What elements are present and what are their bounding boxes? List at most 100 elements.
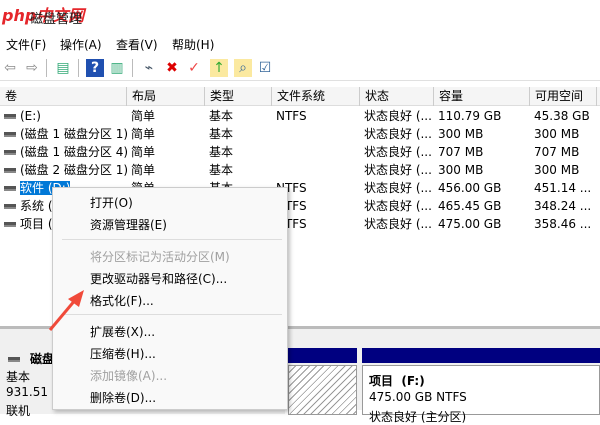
cell-layout: 简单 — [131, 163, 156, 177]
disk-type: 基本 — [6, 370, 31, 384]
menu-help[interactable]: 帮助(H) — [172, 36, 214, 53]
volume-name: (E:) — [20, 109, 41, 123]
menu-separator — [62, 314, 282, 315]
cell-type: 基本 — [209, 127, 234, 141]
cell-status: 状态良好 (... — [364, 127, 432, 141]
action-pane-icon[interactable]: ▥ — [108, 59, 126, 77]
folder-search-icon[interactable]: ⌕ — [234, 59, 252, 77]
cell-free-space: 707 MB — [534, 145, 580, 159]
menu-view[interactable]: 查看(V) — [116, 36, 158, 53]
cell-free-space: 348.24 ... — [534, 199, 592, 213]
menu-item-format[interactable]: 格式化(F)... — [90, 292, 154, 309]
table-row[interactable]: (E:) 简单 基本 NTFS 状态良好 (... 110.79 GB 45.38 GB — [0, 107, 600, 125]
menu-action[interactable]: 操作(A) — [60, 36, 102, 53]
col-type[interactable]: 类型 — [205, 87, 272, 106]
col-volume[interactable]: 卷 — [0, 87, 127, 106]
window-title: 磁盘管理 — [30, 12, 83, 27]
cell-layout: 简单 — [131, 109, 156, 123]
partition-size: 475.00 GB NTFS — [369, 390, 467, 404]
menu-separator — [62, 239, 282, 240]
cell-filesystem — [272, 125, 360, 143]
volume-name: (磁盘 1 磁盘分区 1) — [20, 127, 127, 141]
table-row[interactable]: (磁盘 1 磁盘分区 1) 简单 基本 状态良好 (... 300 MB 300 MB — [0, 125, 600, 143]
partition-letter: (F:) — [401, 374, 425, 388]
cell-filesystem — [272, 143, 360, 161]
help-icon[interactable]: ? — [86, 59, 104, 77]
properties-icon[interactable]: ✓ — [185, 59, 203, 77]
drive-icon — [4, 114, 16, 119]
menu-item-delete[interactable]: 删除卷(D)... — [90, 389, 156, 406]
cell-layout: 简单 — [131, 145, 156, 159]
checklist-icon[interactable]: ☑ — [256, 59, 274, 77]
partition-f[interactable]: 项目 (F:) 475.00 GB NTFS 状态良好 (主分区) — [362, 365, 600, 424]
back-icon[interactable]: ⇦ — [1, 59, 19, 77]
partition-name: 项目 — [369, 374, 394, 388]
delete-icon[interactable]: ✖ — [163, 59, 181, 77]
cell-capacity: 456.00 GB — [438, 181, 502, 195]
cell-capacity: 110.79 GB — [438, 109, 502, 123]
cell-free-space: 300 MB — [534, 127, 580, 141]
menu-file[interactable]: 文件(F) — [6, 36, 46, 53]
col-filesystem[interactable]: 文件系统 — [272, 87, 360, 106]
cell-capacity: 300 MB — [438, 127, 484, 141]
cell-type: 基本 — [209, 163, 234, 177]
cell-status: 状态良好 (... — [364, 109, 432, 123]
drive-icon — [4, 168, 16, 173]
cell-capacity: 475.00 GB — [438, 217, 502, 231]
col-free-space[interactable]: 可用空间 — [530, 87, 597, 106]
partition-d[interactable] — [288, 365, 357, 415]
cell-status: 状态良好 (... — [364, 199, 432, 213]
forward-icon[interactable]: ⇨ — [23, 59, 41, 77]
partition-status: 状态良好 (主分区) — [369, 410, 467, 424]
menu-bar: 文件(F) 操作(A) 查看(V) 帮助(H) — [0, 32, 600, 54]
cell-capacity: 707 MB — [438, 145, 484, 159]
cell-status: 状态良好 (... — [364, 145, 432, 159]
cell-volume: (磁盘 1 磁盘分区 1) — [0, 125, 127, 143]
disk-status: 联机 — [6, 404, 31, 418]
partition-header — [362, 348, 600, 363]
cell-volume: (磁盘 1 磁盘分区 4) — [0, 143, 127, 161]
menu-item-open[interactable]: 打开(O) — [90, 194, 133, 211]
col-layout[interactable]: 布局 — [127, 87, 205, 106]
menu-item-mark-active: 将分区标记为活动分区(M) — [90, 250, 230, 264]
drive-icon — [4, 204, 16, 209]
cell-status: 状态良好 (... — [364, 217, 432, 231]
toolbar: ⇦ ⇨ ▤ ? ▥ ⌁ ✖ ✓ ↑ ⌕ ☑ — [0, 55, 600, 81]
drive-icon — [4, 132, 16, 137]
cell-free-space: 451.14 ... — [534, 181, 592, 195]
volume-name: (磁盘 1 磁盘分区 4) — [20, 145, 127, 159]
menu-item-change-drive-letter[interactable]: 更改驱动器号和路径(C)... — [90, 270, 227, 287]
drive-icon — [4, 186, 16, 191]
cell-free-space: 358.46 ... — [534, 217, 592, 231]
table-row[interactable]: (磁盘 1 磁盘分区 4) 简单 基本 状态良好 (... 707 MB 707 MB — [0, 143, 600, 161]
cell-type: 基本 — [209, 145, 234, 159]
disk-name: 磁盘 — [30, 352, 55, 366]
col-status[interactable]: 状态 — [360, 87, 434, 106]
cell-free-space: 300 MB — [534, 163, 580, 177]
partition-header — [288, 348, 357, 363]
drive-icon — [4, 222, 16, 227]
drive-icon — [4, 150, 16, 155]
cell-status: 状态良好 (... — [364, 163, 432, 177]
col-capacity[interactable]: 容量 — [434, 87, 530, 106]
console-tree-icon[interactable]: ▤ — [54, 59, 72, 77]
menu-item-add-mirror: 添加镜像(A)... — [90, 369, 168, 383]
red-arrow-annotation — [48, 290, 84, 331]
table-header: 卷 布局 类型 文件系统 状态 容量 可用空间 — [0, 87, 600, 106]
cell-filesystem — [272, 161, 360, 179]
table-row[interactable]: (磁盘 2 磁盘分区 1) 简单 基本 状态良好 (... 300 MB 300 MB — [0, 161, 600, 179]
volume-name: (磁盘 2 磁盘分区 1) — [20, 163, 127, 177]
connect-drive-icon[interactable]: ⌁ — [140, 59, 158, 77]
folder-up-icon[interactable]: ↑ — [210, 59, 228, 77]
cell-volume: (磁盘 2 磁盘分区 1) — [0, 161, 127, 179]
cell-type: 基本 — [209, 109, 234, 123]
title-bar: php中文网 磁盘管理 — [0, 0, 600, 30]
cell-free-space: 45.38 GB — [534, 109, 590, 123]
cell-status: 状态良好 (... — [364, 181, 432, 195]
menu-item-extend[interactable]: 扩展卷(X)... — [90, 323, 155, 340]
cell-capacity: 300 MB — [438, 163, 484, 177]
cell-filesystem: NTFS — [276, 109, 307, 123]
menu-item-shrink[interactable]: 压缩卷(H)... — [90, 345, 156, 362]
cell-volume: (E:) — [0, 107, 127, 125]
menu-item-explorer[interactable]: 资源管理器(E) — [90, 216, 167, 233]
